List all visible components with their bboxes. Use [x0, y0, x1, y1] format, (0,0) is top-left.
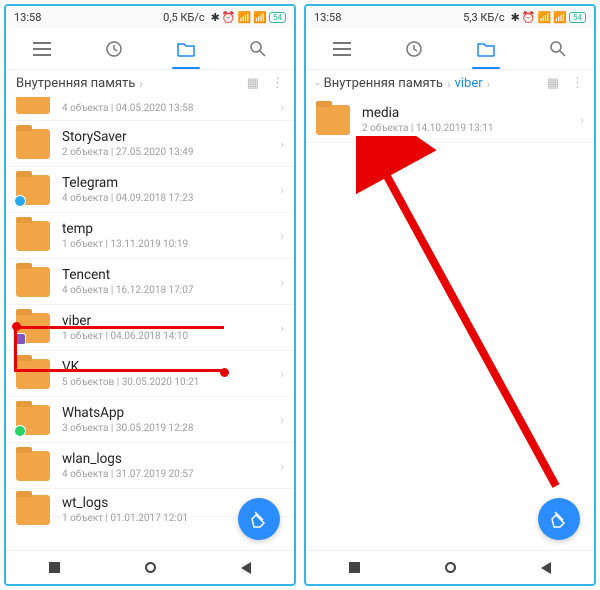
app-badge-telegram: [14, 195, 26, 207]
storage-tab[interactable]: [450, 28, 522, 69]
list-item[interactable]: temp 1 объект | 13.11.2019 10:19 ›: [6, 213, 294, 259]
folder-name: temp: [62, 221, 274, 237]
clean-fab[interactable]: [238, 498, 280, 540]
clean-fab[interactable]: [538, 498, 580, 540]
status-time: 13:58: [314, 11, 341, 24]
list-item[interactable]: Tencent 4 объекта | 16.12.2018 17:07 ›: [6, 259, 294, 305]
list-item[interactable]: VK 5 объектов | 30.05.2020 10:21 ›: [6, 351, 294, 397]
folder-name: wlan_logs: [62, 451, 274, 467]
search-button[interactable]: [522, 28, 594, 69]
chevron-right-icon: ›: [280, 100, 284, 114]
chevron-right-icon: ›: [280, 367, 284, 381]
list-item[interactable]: wlan_logs 4 объекта | 31.07.2019 20:57 ›: [6, 443, 294, 489]
list-item-viber[interactable]: viber 1 объект | 04.06.2018 14:10 ›: [6, 305, 294, 351]
chevron-right-icon: ›: [280, 183, 284, 197]
status-bar: 13:58 0,5 КБ/с ✱⏰📶📶 54: [6, 6, 294, 28]
nav-recent-icon[interactable]: [349, 562, 360, 573]
more-icon[interactable]: ⋮: [571, 76, 584, 91]
menu-button[interactable]: [306, 28, 378, 69]
view-grid-icon[interactable]: ▦: [547, 76, 559, 91]
folder-icon: [16, 267, 50, 297]
top-tabs: [306, 28, 594, 70]
more-icon[interactable]: ⋮: [271, 76, 284, 91]
view-grid-icon[interactable]: ▦: [247, 76, 259, 91]
recent-tab[interactable]: [78, 28, 150, 69]
chevron-right-icon: ›: [280, 413, 284, 427]
nav-back-icon[interactable]: [541, 562, 551, 574]
top-tabs: [6, 28, 294, 70]
menu-button[interactable]: [6, 28, 78, 69]
app-badge-whatsapp: [14, 425, 26, 437]
recent-tab[interactable]: [378, 28, 450, 69]
list-item-media[interactable]: media 2 объекта | 14.10.2019 13:11 ›: [306, 97, 594, 143]
chevron-down-icon: ›: [311, 82, 325, 86]
chevron-right-icon: ›: [280, 229, 284, 243]
battery-icon: 54: [569, 12, 586, 23]
folder-icon: [16, 313, 50, 343]
nav-home-icon[interactable]: [145, 562, 156, 573]
folder-name: StorySaver: [62, 129, 274, 145]
folder-name: Telegram: [62, 175, 274, 191]
status-icons: ✱⏰📶📶 54: [211, 11, 286, 24]
folder-icon: [16, 495, 50, 525]
folder-name: WhatsApp: [62, 405, 274, 421]
folder-icon: [16, 405, 50, 435]
nav-recent-icon[interactable]: [49, 562, 60, 573]
breadcrumb-root: Внутренняя память: [16, 76, 135, 91]
folder-icon: [16, 359, 50, 389]
storage-tab[interactable]: [150, 28, 222, 69]
chevron-right-icon: ›: [447, 77, 451, 91]
folder-icon: [16, 451, 50, 481]
status-rate: 5,3 КБ/с: [463, 11, 505, 24]
android-nav: [306, 550, 594, 584]
chevron-right-icon: ›: [580, 113, 584, 127]
chevron-right-icon: ›: [139, 77, 143, 91]
phone-right: 13:58 5,3 КБ/с ✱⏰📶📶 54 › Внутренняя памя…: [304, 4, 596, 586]
nav-back-icon[interactable]: [241, 562, 251, 574]
breadcrumb[interactable]: › Внутренняя память › viber › ▦ ⋮: [306, 70, 594, 97]
folder-icon: [16, 129, 50, 159]
chevron-right-icon: ›: [280, 321, 284, 335]
list-item[interactable]: Telegram 4 объекта | 04.09.2018 17:23 ›: [6, 167, 294, 213]
breadcrumb-root: Внутренняя память: [324, 76, 443, 91]
nav-home-icon[interactable]: [445, 562, 456, 573]
app-badge-viber: [14, 333, 26, 345]
status-icons: ✱⏰📶📶 54: [511, 11, 586, 24]
folder-name: VK: [62, 359, 274, 375]
folder-name: Tencent: [62, 267, 274, 283]
folder-icon: [316, 105, 350, 135]
search-button[interactable]: [222, 28, 294, 69]
folder-icon: [16, 97, 50, 114]
folder-list[interactable]: media 2 объекта | 14.10.2019 13:11 ›: [306, 97, 594, 550]
chevron-right-icon: ›: [280, 137, 284, 151]
folder-list[interactable]: 4 объекта | 04.05.2020 13:58 › StorySave…: [6, 97, 294, 550]
folder-name: media: [362, 105, 574, 121]
list-item[interactable]: StorySaver 2 объекта | 27.05.2020 13:49 …: [6, 121, 294, 167]
status-rate: 0,5 КБ/с: [163, 11, 205, 24]
status-bar: 13:58 5,3 КБ/с ✱⏰📶📶 54: [306, 6, 594, 28]
android-nav: [6, 550, 294, 584]
folder-icon: [16, 175, 50, 205]
battery-icon: 54: [269, 12, 286, 23]
status-right: 0,5 КБ/с ✱⏰📶📶 54: [163, 11, 286, 24]
chevron-right-icon: ›: [280, 275, 284, 289]
breadcrumb[interactable]: Внутренняя память › ▦ ⋮: [6, 70, 294, 97]
breadcrumb-sub: viber: [455, 76, 483, 91]
list-item[interactable]: 4 объекта | 04.05.2020 13:58 ›: [6, 97, 294, 121]
phone-left: 13:58 0,5 КБ/с ✱⏰📶📶 54 Внутренняя память…: [4, 4, 296, 586]
status-right: 5,3 КБ/с ✱⏰📶📶 54: [463, 11, 586, 24]
status-time: 13:58: [14, 11, 41, 24]
chevron-right-icon: ›: [280, 459, 284, 473]
list-item[interactable]: WhatsApp 3 объекта | 30.05.2019 12:28 ›: [6, 397, 294, 443]
chevron-right-icon: ›: [487, 77, 491, 91]
folder-icon: [16, 221, 50, 251]
folder-name: viber: [62, 313, 274, 329]
